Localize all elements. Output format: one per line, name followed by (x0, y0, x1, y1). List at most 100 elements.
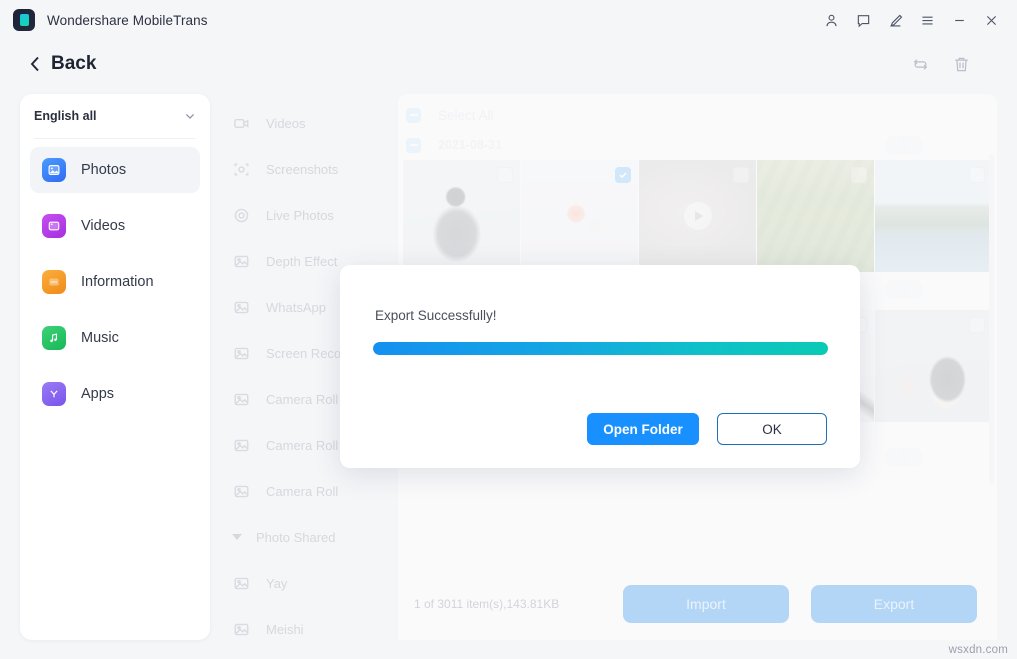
app-window: Wondershare MobileTrans (0, 0, 1017, 659)
category-label: Camera Roll (266, 392, 338, 407)
category-item-videos[interactable]: Videos (222, 100, 398, 146)
grid-header: Select All 2021-08-31 5 (398, 94, 997, 160)
thumbnail-photo-flowers[interactable] (521, 160, 638, 272)
image-icon (230, 480, 252, 502)
image-icon (230, 434, 252, 456)
date-group-label: 2021-08-31 (438, 138, 502, 152)
title-bar: Wondershare MobileTrans (0, 0, 1017, 40)
bottom-action-bar: 1 of 3011 item(s),143.81KB Import Export (398, 568, 997, 640)
edit-icon[interactable] (879, 5, 911, 35)
chevron-down-icon (184, 110, 196, 122)
category-label: Camera Roll (266, 438, 338, 453)
trash-icon[interactable] (952, 55, 971, 74)
vertical-scrollbar[interactable] (989, 154, 994, 484)
app-title: Wondershare MobileTrans (47, 13, 208, 28)
back-label: Back (51, 53, 96, 75)
camera-icon (230, 158, 252, 180)
category-label: Screenshots (266, 162, 338, 177)
category-item-meishi[interactable]: Meishi (222, 606, 398, 640)
date-group-count: 5 (885, 136, 923, 155)
image-icon (230, 342, 252, 364)
sidebar-item-photos[interactable]: Photos (30, 147, 200, 193)
thumbnail-checkbox[interactable] (733, 167, 749, 183)
category-label: Videos (266, 116, 306, 131)
progress-bar-fill (373, 342, 828, 355)
thumbnail-checkbox-checked[interactable] (615, 167, 631, 183)
content-toolbar (911, 55, 1017, 74)
status-text: 1 of 3011 item(s),143.81KB (414, 597, 559, 611)
thumbnail-checkbox[interactable] (969, 317, 985, 333)
watermark: wsxdn.com (949, 644, 1008, 656)
import-button[interactable]: Import (623, 585, 789, 623)
category-item-camera-roll-3[interactable]: Camera Roll (222, 468, 398, 514)
select-all-checkbox[interactable] (406, 108, 421, 123)
sidebar-item-label: Videos (81, 218, 125, 234)
thumbnail-row (398, 160, 997, 272)
menu-icon[interactable] (911, 5, 943, 35)
open-folder-button[interactable]: Open Folder (587, 413, 699, 445)
feedback-icon[interactable] (847, 5, 879, 35)
sidebar-item-label: Information (81, 274, 154, 290)
language-select[interactable]: English all (34, 94, 196, 139)
thumbnail-video-clip[interactable] (639, 160, 756, 272)
date-group-count: 9 (885, 280, 923, 299)
triangle-down-icon (232, 534, 242, 540)
sidebar-nav: Photos Videos (20, 139, 210, 417)
videos-icon (42, 214, 66, 238)
category-label: Camera Roll (266, 484, 338, 499)
dialog-actions: Open Folder OK (587, 413, 827, 445)
thumbnail-checkbox[interactable] (497, 167, 513, 183)
thumbnail-checkbox[interactable] (851, 167, 867, 183)
refresh-icon[interactable] (911, 55, 930, 74)
thumbnail-photo-beach[interactable] (875, 160, 992, 272)
chevron-left-icon (28, 55, 42, 73)
minimize-icon[interactable] (943, 5, 975, 35)
video-camera-icon (230, 112, 252, 134)
play-icon (684, 202, 712, 230)
sidebar-item-label: Music (81, 330, 119, 346)
sidebar-item-apps[interactable]: Apps (30, 371, 200, 417)
category-item-yay[interactable]: Yay (222, 560, 398, 606)
select-all-row[interactable]: Select All (406, 100, 997, 130)
date-group-checkbox[interactable] (406, 138, 421, 153)
close-icon[interactable] (975, 5, 1007, 35)
photos-icon (42, 158, 66, 182)
image-icon (230, 572, 252, 594)
sidebar-item-videos[interactable]: Videos (30, 203, 200, 249)
back-button[interactable]: Back (28, 53, 96, 75)
export-button[interactable]: Export (811, 585, 977, 623)
sidebar-item-music[interactable]: Music (30, 315, 200, 361)
category-item-screenshots[interactable]: Screenshots (222, 146, 398, 192)
date-group-header[interactable]: 2021-08-31 5 (406, 130, 997, 160)
category-item-live-photos[interactable]: Live Photos (222, 192, 398, 238)
category-group-photo-shared[interactable]: Photo Shared (222, 514, 398, 560)
thumbnail-photo-person[interactable] (403, 160, 520, 272)
check-icon (618, 170, 628, 180)
select-all-label: Select All (438, 108, 494, 123)
information-icon (42, 270, 66, 294)
category-label: Yay (266, 576, 287, 591)
category-label: Depth Effect (266, 254, 337, 269)
image-icon (230, 296, 252, 318)
thumbnail-checkbox[interactable] (969, 167, 985, 183)
music-icon (42, 326, 66, 350)
thumbnail-photo-totoro[interactable] (875, 310, 992, 422)
category-label: Meishi (266, 622, 304, 637)
dialog-message: Export Successfully! (375, 308, 497, 323)
ok-button[interactable]: OK (717, 413, 827, 445)
live-photo-icon (230, 204, 252, 226)
language-label: English all (34, 109, 97, 123)
thumbnail-photo-plants[interactable] (757, 160, 874, 272)
image-icon (230, 618, 252, 640)
export-success-dialog: Export Successfully! Open Folder OK (340, 265, 860, 468)
sidebar: English all Photos (20, 94, 210, 640)
progress-bar (373, 342, 828, 355)
sidebar-item-information[interactable]: Information (30, 259, 200, 305)
category-label: Live Photos (266, 208, 334, 223)
category-label: WhatsApp (266, 300, 326, 315)
page-header: Back (0, 40, 1017, 88)
image-icon (230, 388, 252, 410)
sidebar-item-label: Apps (81, 386, 114, 402)
sidebar-item-label: Photos (81, 162, 126, 178)
account-icon[interactable] (815, 5, 847, 35)
